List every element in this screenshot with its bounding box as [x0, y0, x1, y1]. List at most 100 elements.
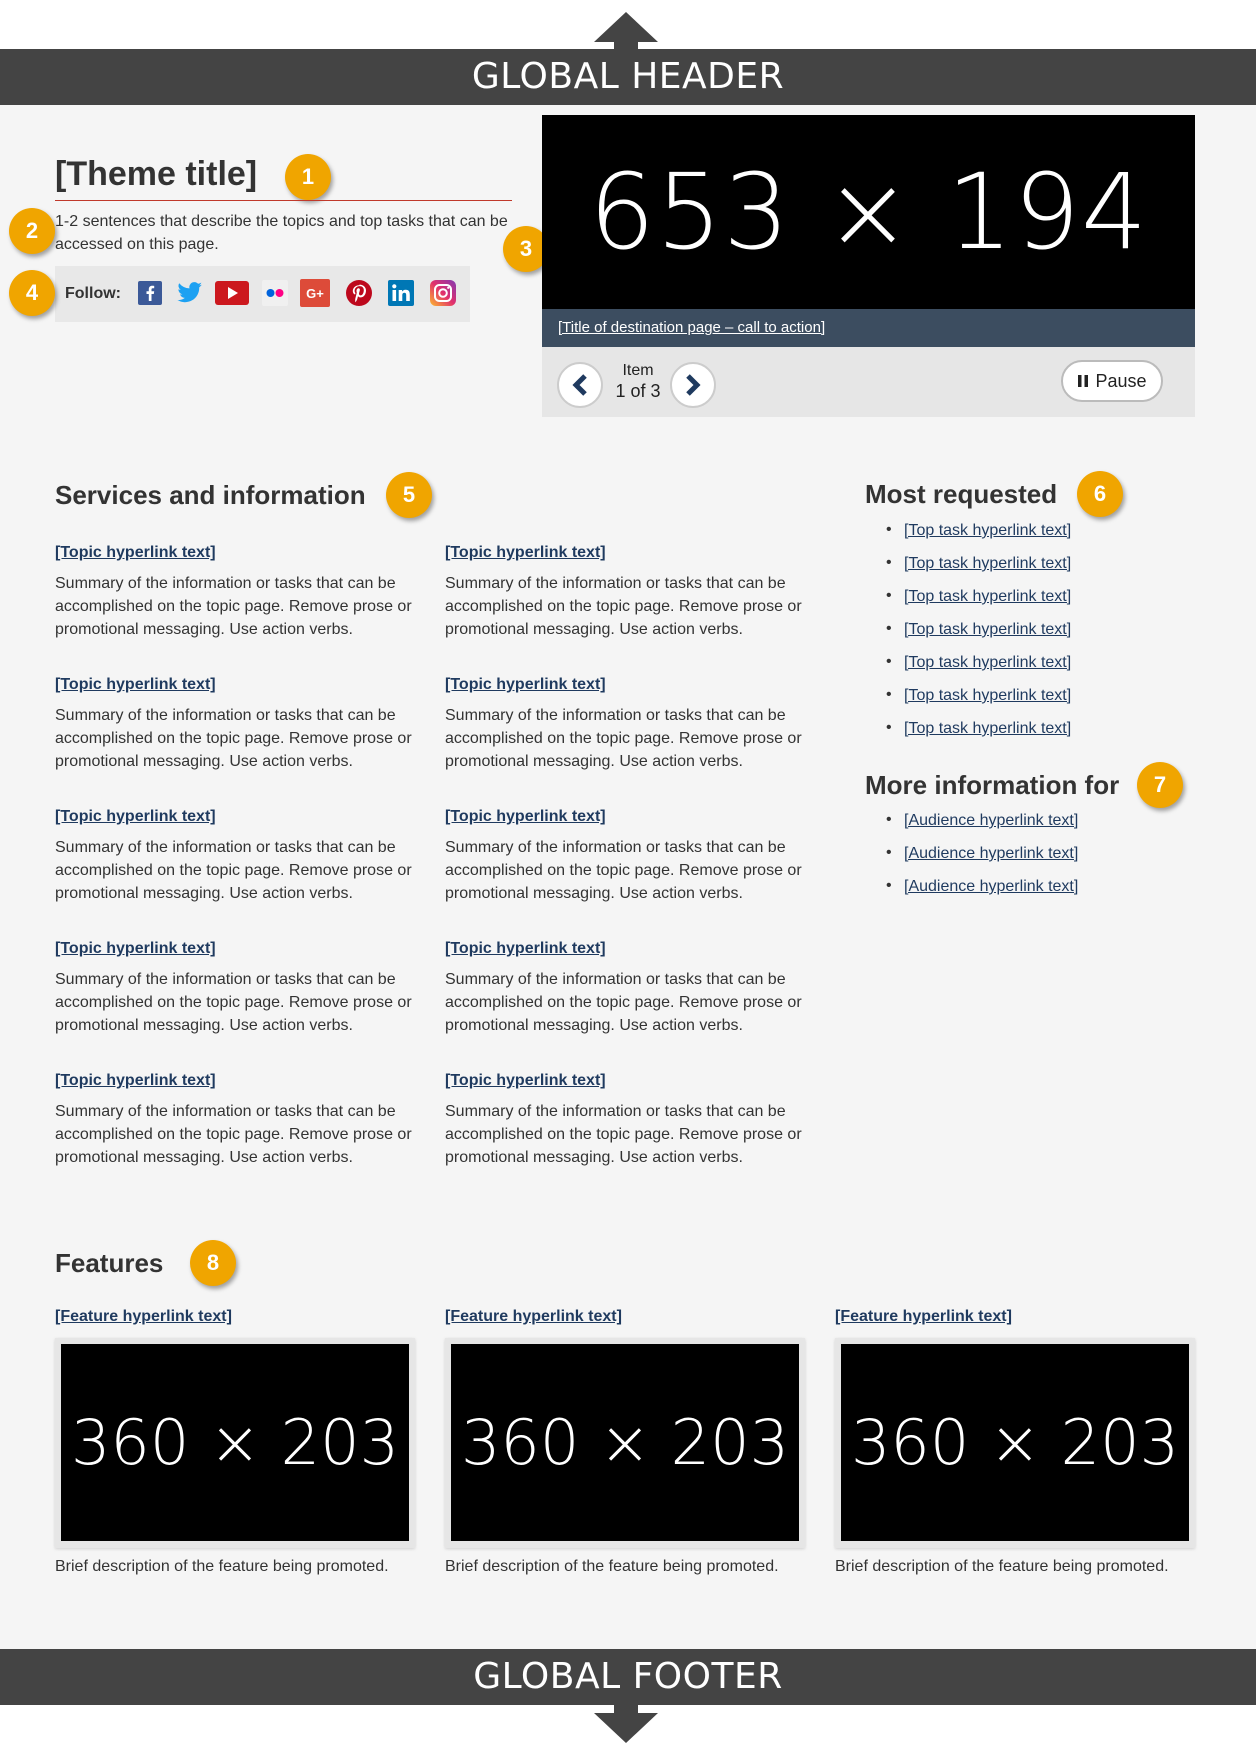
topic-link[interactable]: [Topic hyperlink text] — [445, 544, 815, 562]
chevron-left-icon — [572, 374, 587, 396]
carousel-controls: Item 1 of 3 Pause — [542, 347, 1195, 417]
topic-summary: Summary of the information or tasks that… — [55, 575, 412, 638]
most-requested-list: [Top task hyperlink text] [Top task hype… — [886, 521, 1071, 753]
pause-label: Pause — [1095, 370, 1147, 391]
annotation-badge-8: 8 — [190, 1240, 236, 1286]
topic-link[interactable]: [Topic hyperlink text] — [55, 940, 425, 958]
pause-icon — [1078, 375, 1089, 387]
topic-summary: Summary of the information or tasks that… — [55, 839, 412, 902]
topic-link[interactable]: [Topic hyperlink text] — [55, 544, 425, 562]
global-header-bar: GLOBAL HEADER — [0, 49, 1256, 105]
topic-item: [Topic hyperlink text] Summary of the in… — [55, 676, 425, 773]
feature-card: [Feature hyperlink text] 360 × 203 Brief… — [445, 1308, 805, 1576]
feature-image-placeholder[interactable]: 360 × 203 — [841, 1344, 1189, 1541]
features-heading: Features — [55, 1248, 164, 1278]
instagram-icon[interactable] — [430, 280, 456, 306]
feature-image-placeholder[interactable]: 360 × 203 — [451, 1344, 799, 1541]
topic-link[interactable]: [Topic hyperlink text] — [445, 1072, 815, 1090]
chevron-right-icon — [686, 374, 701, 396]
topic-summary: Summary of the information or tasks that… — [445, 575, 802, 638]
topic-item: [Topic hyperlink text] Summary of the in… — [55, 1072, 425, 1169]
topic-item: [Topic hyperlink text] Summary of the in… — [445, 676, 815, 773]
topic-item: [Topic hyperlink text] Summary of the in… — [55, 940, 425, 1037]
facebook-icon[interactable] — [137, 280, 163, 306]
topic-summary: Summary of the information or tasks that… — [55, 707, 412, 770]
annotation-badge-4: 4 — [9, 270, 55, 316]
feature-image-frame: 360 × 203 — [835, 1338, 1195, 1548]
feature-image-placeholder[interactable]: 360 × 203 — [61, 1344, 409, 1541]
topic-item: [Topic hyperlink text] Summary of the in… — [445, 808, 815, 905]
feature-description: Brief description of the feature being p… — [445, 1558, 779, 1575]
theme-title: [Theme title] — [55, 155, 258, 193]
pinterest-icon[interactable] — [346, 280, 372, 306]
audience-link[interactable]: [Audience hyperlink text] — [886, 811, 1078, 845]
carousel-next-button[interactable] — [670, 362, 716, 408]
linkedin-icon[interactable] — [388, 280, 414, 306]
top-task-link[interactable]: [Top task hyperlink text] — [886, 554, 1071, 588]
item-count: 1 of 3 — [615, 381, 661, 401]
twitter-icon[interactable] — [177, 280, 203, 306]
carousel-item-indicator: Item 1 of 3 — [610, 361, 666, 401]
feature-description: Brief description of the feature being p… — [835, 1558, 1169, 1575]
carousel-pause-button[interactable]: Pause — [1061, 360, 1163, 402]
theme-description: 1-2 sentences that describe the topics a… — [55, 213, 508, 253]
carousel-caption-link[interactable]: [Title of destination page – call to act… — [558, 319, 825, 336]
topic-item: [Topic hyperlink text] Summary of the in… — [55, 808, 425, 905]
top-task-link[interactable]: [Top task hyperlink text] — [886, 521, 1071, 555]
topic-summary: Summary of the information or tasks that… — [445, 707, 802, 770]
top-task-link[interactable]: [Top task hyperlink text] — [886, 587, 1071, 621]
carousel-caption-bar: [Title of destination page – call to act… — [542, 309, 1195, 347]
most-requested-heading: Most requested — [865, 479, 1058, 509]
annotation-badge-2: 2 — [9, 208, 55, 254]
topic-link[interactable]: [Topic hyperlink text] — [55, 676, 425, 694]
topic-summary: Summary of the information or tasks that… — [445, 1103, 802, 1166]
feature-card: [Feature hyperlink text] 360 × 203 Brief… — [55, 1308, 415, 1576]
social-follow-bar: Follow: G+ — [55, 266, 470, 322]
title-divider — [55, 200, 512, 201]
annotation-badge-5: 5 — [386, 472, 432, 518]
feature-description: Brief description of the feature being p… — [55, 1558, 389, 1575]
youtube-icon[interactable] — [215, 280, 249, 306]
top-task-link[interactable]: [Top task hyperlink text] — [886, 719, 1071, 753]
more-info-heading: More information for — [865, 770, 1120, 800]
annotation-badge-6: 6 — [1077, 471, 1123, 517]
feature-image-frame: 360 × 203 — [445, 1338, 805, 1548]
topic-item: [Topic hyperlink text] Summary of the in… — [55, 544, 425, 641]
annotation-badge-1: 1 — [285, 154, 331, 200]
google-plus-icon[interactable]: G+ — [300, 279, 330, 307]
arrow-down-icon — [594, 1705, 658, 1743]
topic-link[interactable]: [Topic hyperlink text] — [55, 808, 425, 826]
topic-summary: Summary of the information or tasks that… — [55, 971, 412, 1034]
top-task-link[interactable]: [Top task hyperlink text] — [886, 653, 1071, 687]
audience-link[interactable]: [Audience hyperlink text] — [886, 877, 1078, 911]
feature-card: [Feature hyperlink text] 360 × 203 Brief… — [835, 1308, 1195, 1576]
global-footer-bar: GLOBAL FOOTER — [0, 1649, 1256, 1705]
topic-item: [Topic hyperlink text] Summary of the in… — [445, 940, 815, 1037]
topic-link[interactable]: [Topic hyperlink text] — [55, 1072, 425, 1090]
carousel-image-placeholder[interactable]: 653 × 194 — [542, 115, 1195, 309]
follow-label: Follow: — [65, 285, 121, 302]
flickr-icon[interactable] — [262, 280, 288, 306]
topic-item: [Topic hyperlink text] Summary of the in… — [445, 1072, 815, 1169]
svg-text:G+: G+ — [306, 286, 324, 301]
top-task-link[interactable]: [Top task hyperlink text] — [886, 620, 1071, 654]
topic-item: [Topic hyperlink text] Summary of the in… — [445, 544, 815, 641]
topic-link[interactable]: [Topic hyperlink text] — [445, 676, 815, 694]
topic-link[interactable]: [Topic hyperlink text] — [445, 808, 815, 826]
topic-summary: Summary of the information or tasks that… — [55, 1103, 412, 1166]
topic-summary: Summary of the information or tasks that… — [445, 839, 802, 902]
item-label: Item — [622, 362, 654, 379]
feature-link[interactable]: [Feature hyperlink text] — [445, 1308, 805, 1326]
topic-link[interactable]: [Topic hyperlink text] — [445, 940, 815, 958]
feature-image-frame: 360 × 203 — [55, 1338, 415, 1548]
carousel-prev-button[interactable] — [557, 362, 603, 408]
top-task-link[interactable]: [Top task hyperlink text] — [886, 686, 1071, 720]
more-info-list: [Audience hyperlink text] [Audience hype… — [886, 811, 1078, 911]
feature-link[interactable]: [Feature hyperlink text] — [55, 1308, 415, 1326]
services-heading: Services and information — [55, 480, 366, 510]
arrow-up-icon — [594, 12, 658, 49]
annotation-badge-7: 7 — [1137, 762, 1183, 808]
topic-summary: Summary of the information or tasks that… — [445, 971, 802, 1034]
audience-link[interactable]: [Audience hyperlink text] — [886, 844, 1078, 878]
feature-link[interactable]: [Feature hyperlink text] — [835, 1308, 1195, 1326]
